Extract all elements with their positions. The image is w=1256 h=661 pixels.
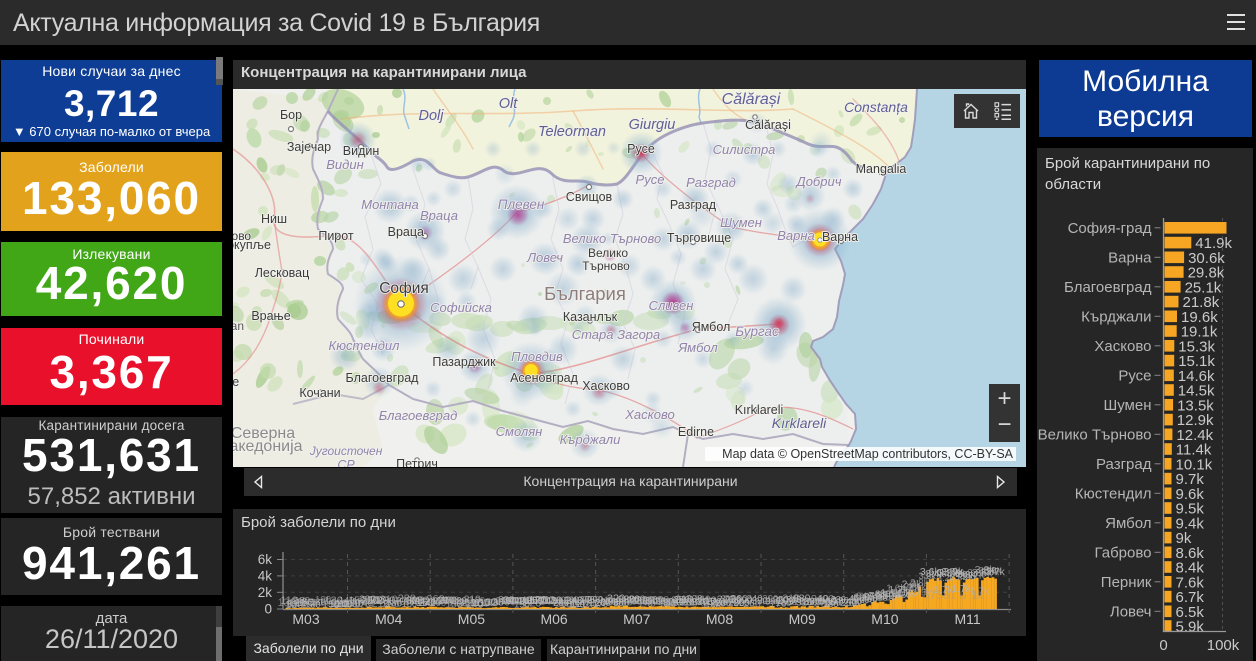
svg-text:акедонија: акедонија: [233, 438, 303, 455]
svg-text:Монтана: Монтана: [361, 197, 419, 212]
svg-text:Враца: Враца: [388, 225, 424, 239]
svg-text:Велико Търново: Велико Търново: [1038, 426, 1152, 443]
svg-text:0327: 0327: [875, 588, 902, 602]
svg-text:67581 6: 67581 6: [923, 588, 967, 602]
svg-text:Смолян: Смолян: [496, 424, 543, 439]
svg-text:0: 0: [1159, 637, 1167, 654]
svg-text:Враца: Враца: [420, 208, 458, 223]
svg-text:Русе: Русе: [636, 172, 665, 187]
svg-text:Кюстендил: Кюстендил: [329, 338, 401, 353]
svg-text:Благоевград: Благоевград: [346, 371, 420, 385]
svg-text:Велико: Велико: [588, 246, 628, 260]
svg-text:Кюстендил: Кюстендил: [1075, 485, 1152, 502]
svg-text:Русе: Русе: [627, 142, 655, 156]
svg-text:M05: M05: [458, 611, 485, 627]
svg-text:Зајечар: Зајечар: [287, 140, 331, 154]
svg-text:Mangalia: Mangalia: [856, 162, 907, 176]
svg-text:Габрово: Габрово: [1094, 544, 1151, 561]
svg-text:Ловеч: Ловеч: [1110, 603, 1152, 620]
svg-text:Кърджали: Кърджали: [560, 432, 621, 447]
svg-text:Благоевград: Благоевград: [1064, 279, 1152, 296]
svg-text:Разград: Разград: [1096, 456, 1152, 473]
svg-text:3.7k: 3.7k: [986, 567, 1006, 578]
svg-text:Казанлък: Казанлък: [563, 310, 618, 324]
svg-text:Търговище: Търговище: [667, 231, 731, 245]
svg-text:Софийска: Софийска: [430, 300, 492, 315]
svg-text:lan: lan: [233, 319, 244, 333]
svg-text:Врање: Врање: [251, 309, 290, 323]
svg-text:пје: пје: [233, 375, 239, 389]
svg-text:100k: 100k: [1207, 637, 1240, 654]
svg-text:0: 0: [264, 602, 272, 617]
svg-text:M08: M08: [706, 611, 733, 627]
svg-text:Хасково: Хасково: [624, 407, 675, 422]
svg-text:Разград: Разград: [670, 198, 717, 212]
svg-text:M10: M10: [871, 611, 898, 627]
svg-text:Търново: Търново: [582, 259, 630, 273]
svg-text:Лесковац: Лесковац: [255, 266, 310, 280]
svg-text:Constanța: Constanța: [844, 99, 908, 115]
svg-text:Ямбол: Ямбол: [1105, 515, 1151, 532]
svg-text:София: София: [379, 280, 429, 297]
svg-text:Добрич: Добрич: [795, 174, 842, 189]
svg-text:Разград: Разград: [686, 175, 736, 190]
svg-text:M03: M03: [292, 611, 319, 627]
svg-text:Călăraşi: Călăraşi: [745, 118, 791, 132]
svg-text:Edirne: Edirne: [678, 425, 714, 439]
svg-text:Видин: Видин: [326, 157, 363, 172]
svg-text:Dolj: Dolj: [419, 108, 445, 124]
svg-text:Петрич: Петрич: [396, 457, 438, 467]
svg-text:M06: M06: [540, 611, 567, 627]
svg-text:Перник: Перник: [1101, 574, 1152, 591]
svg-text:Шумен: Шумен: [720, 215, 762, 230]
svg-text:България: България: [544, 283, 626, 304]
svg-text:Шумен: Шумен: [1103, 397, 1151, 414]
svg-text:2k: 2k: [258, 585, 273, 600]
svg-text:Пловдив: Пловдив: [511, 349, 563, 364]
svg-text:Хасково: Хасково: [1094, 338, 1151, 355]
svg-text:Југоисточен: Југоисточен: [309, 444, 383, 458]
svg-text:4k: 4k: [258, 568, 273, 583]
svg-text:Асеновград: Асеновград: [510, 371, 578, 385]
svg-text:ново: ново: [233, 229, 251, 243]
svg-text:Плевен: Плевен: [498, 197, 545, 212]
svg-text:Пирот: Пирот: [318, 229, 354, 243]
svg-text:Kırklareli: Kırklareli: [772, 415, 827, 431]
svg-text:Кърджали: Кърджали: [1081, 308, 1151, 325]
svg-text:Видин: Видин: [343, 144, 380, 158]
svg-text:Teleorman: Teleorman: [538, 124, 606, 140]
svg-text:Варна: Варна: [822, 230, 858, 244]
svg-text:Călărași: Călărași: [722, 91, 781, 108]
svg-text:Кочани: Кочани: [299, 386, 340, 400]
svg-text:Русе: Русе: [1118, 367, 1151, 384]
svg-text:СР: СР: [337, 458, 355, 467]
svg-text:1k: 1k: [971, 588, 985, 602]
svg-text:Велико Търново: Велико Търново: [563, 231, 661, 246]
svg-text:Ловеч: Ловеч: [526, 250, 563, 265]
svg-text:Варна: Варна: [1108, 249, 1152, 266]
svg-text:Giurgiu: Giurgiu: [629, 117, 676, 133]
svg-text:Olt: Olt: [499, 96, 519, 112]
svg-text:Силистра: Силистра: [713, 142, 776, 157]
svg-text:Варна: Варна: [777, 228, 815, 243]
svg-text:Ниш: Ниш: [261, 212, 287, 226]
svg-text:M09: M09: [789, 611, 816, 627]
svg-text:M04: M04: [375, 611, 402, 627]
svg-text:Ямбол: Ямбол: [677, 340, 718, 355]
svg-text:5.9k: 5.9k: [1176, 619, 1205, 636]
svg-text:Бургас: Бургас: [735, 324, 779, 339]
svg-text:Хасково: Хасково: [582, 379, 630, 393]
svg-text:Сливен: Сливен: [649, 298, 694, 313]
svg-text:Бор: Бор: [280, 108, 302, 122]
svg-text:Стара Загора: Стара Загора: [572, 327, 661, 342]
svg-text:M11: M11: [954, 611, 980, 627]
svg-text:София-град: София-град: [1068, 220, 1152, 237]
svg-text:Свищов: Свищов: [566, 190, 613, 204]
svg-text:M07: M07: [623, 611, 650, 627]
svg-text:Ямбол: Ямбол: [692, 320, 731, 334]
svg-text:Пазарджик: Пазарджик: [432, 355, 496, 369]
svg-text:6k: 6k: [258, 552, 273, 567]
svg-text:Благоевград: Благоевград: [379, 408, 458, 423]
